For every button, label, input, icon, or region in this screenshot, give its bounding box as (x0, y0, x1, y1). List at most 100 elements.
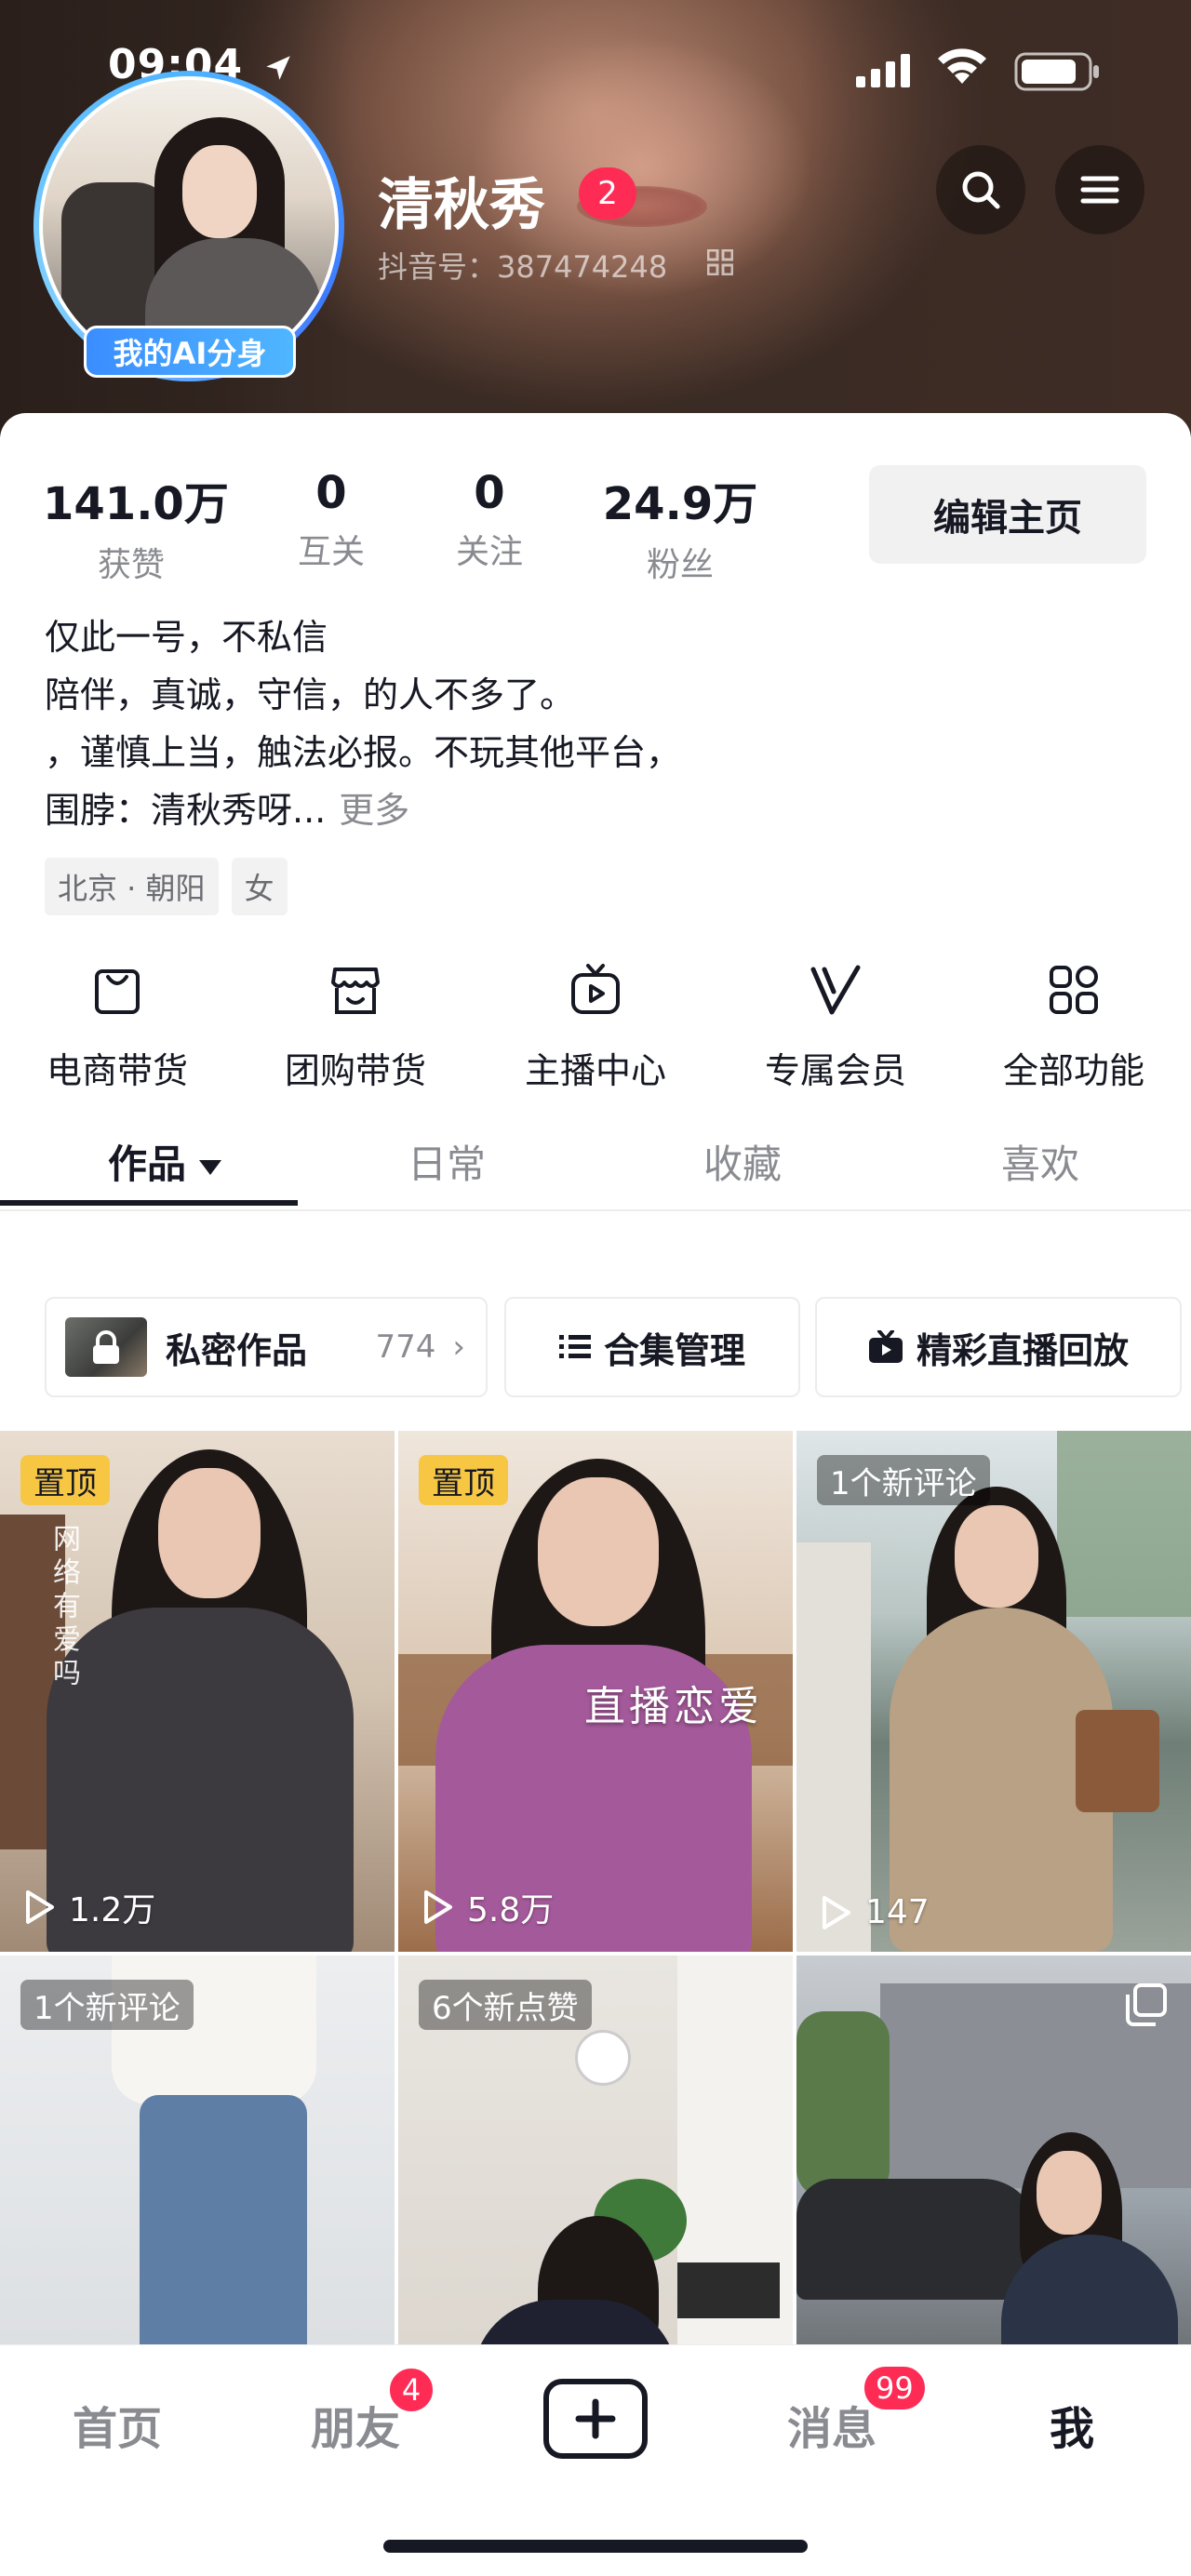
cellular-signal-icon (856, 54, 910, 87)
bio-line: 围脖：清秋秀呀... (45, 790, 327, 831)
battery-icon (1014, 52, 1099, 91)
gender-tag: 女 (231, 858, 288, 915)
grid-apps-icon (1050, 966, 1098, 1014)
stat-label: 获赞 (97, 546, 165, 584)
dropdown-triangle-icon (199, 1159, 222, 1175)
qr-code-icon[interactable] (707, 249, 733, 275)
feature-groupbuy[interactable]: 团购带货 (253, 962, 458, 1093)
video-thumbnail-jeans (140, 2095, 307, 2365)
profile-card: 141.0万 获赞 0 互关 0 关注 24.9万 粉丝 编辑主页 仅此一号，不… (0, 413, 1191, 2576)
menu-button[interactable] (1055, 145, 1144, 234)
feature-anchor-center[interactable]: 主播中心 (493, 962, 698, 1093)
bio-line: 仅此一号，不私信 (45, 617, 328, 658)
messages-badge: 99 (862, 2364, 928, 2412)
collection-manage-label: 合集管理 (603, 1329, 745, 1371)
ai-avatar-badge[interactable]: 我的AI分身 (84, 326, 296, 378)
nav-home[interactable]: 首页 (73, 2392, 162, 2457)
feature-label: 全部功能 (1002, 1050, 1144, 1091)
video-grid: 网络有爱吗 置顶 1.2万 直播恋爱 置顶 5.8万 1个新评论 147 1个新… (0, 1431, 1191, 2365)
play-icon (823, 1895, 850, 1929)
nav-label: 消息 (787, 2403, 877, 2455)
vip-v-icon (810, 965, 861, 1015)
profile-tags: 北京 · 朝阳 女 (45, 858, 288, 915)
nav-messages[interactable]: 消息 99 (787, 2364, 928, 2457)
video-thumbnail-face (158, 1468, 261, 1598)
create-button[interactable] (543, 2379, 648, 2459)
feature-shortcuts: 电商带货 团购带货 主播中心 专属会员 全部功能 (0, 962, 1191, 1101)
nav-me[interactable]: 我 (1050, 2392, 1094, 2457)
location-tag: 北京 · 朝阳 (45, 858, 219, 915)
video-thumbnail-top (112, 1955, 316, 2104)
feature-label: 主播中心 (524, 1050, 666, 1091)
stat-value: 0 (315, 467, 347, 519)
tab-daily[interactable]: 日常 (408, 1133, 486, 1190)
video-thumbnail-handbag (1076, 1710, 1159, 1812)
feature-membership[interactable]: 专属会员 (733, 962, 938, 1093)
stat-label: 互关 (297, 533, 365, 571)
tab-favorites[interactable]: 收藏 (703, 1133, 782, 1190)
stat-label: 粉丝 (646, 546, 714, 584)
stat-label: 关注 (455, 533, 523, 571)
collection-manage-button[interactable]: 合集管理 (504, 1297, 800, 1397)
private-works-button[interactable]: 私密作品 774 › (45, 1297, 488, 1397)
video-tile[interactable] (796, 1955, 1191, 2365)
stat-value: 141.0万 (43, 478, 229, 530)
chevron-right-icon: › (452, 1328, 465, 1366)
video-thumbnail-car (796, 2179, 1038, 2300)
profile-stats: 141.0万 获赞 0 互关 0 关注 24.9万 粉丝 (0, 467, 837, 584)
video-tile[interactable]: 6个新点赞 (398, 1955, 793, 2365)
avatar-image-face (182, 145, 257, 238)
video-tile[interactable]: 直播恋爱 置顶 5.8万 (398, 1431, 793, 1952)
stat-mutual[interactable]: 0 互关 (275, 467, 387, 573)
video-overlay-text: 直播恋爱 (584, 1683, 763, 1730)
video-thumbnail-printer (677, 2262, 780, 2318)
edit-profile-button[interactable]: 编辑主页 (869, 465, 1146, 564)
feature-ecommerce[interactable]: 电商带货 (15, 962, 220, 1093)
pinned-badge: 置顶 (20, 1455, 110, 1505)
search-button[interactable] (936, 145, 1025, 234)
video-tile[interactable]: 1个新评论 (0, 1955, 395, 2365)
play-count: 147 (819, 1893, 930, 1931)
feature-label: 电商带货 (46, 1050, 188, 1091)
play-count: 1.2万 (22, 1883, 155, 1931)
tab-label: 作品 (108, 1141, 187, 1187)
search-icon (962, 171, 1000, 209)
video-tile[interactable]: 1个新评论 147 (796, 1431, 1191, 1952)
stat-followers[interactable]: 24.9万 粉丝 (592, 467, 769, 586)
stat-value: 0 (474, 467, 505, 519)
video-thumbnail-face (955, 1505, 1038, 1608)
live-replay-button[interactable]: 精彩直播回放 (815, 1297, 1182, 1397)
nav-friends[interactable]: 朋友 4 (311, 2366, 435, 2457)
bio-more-link[interactable]: 更多 (339, 790, 409, 831)
video-thumbnail-face (538, 1477, 659, 1626)
bio-line: 陪伴，真诚，守信，的人不多了。 (45, 674, 576, 715)
store-icon (331, 968, 380, 1014)
new-like-badge: 6个新点赞 (419, 1980, 592, 2030)
works-toolbar: 私密作品 774 › 合集管理 精彩直播回放 (0, 1297, 1191, 1399)
notification-badge[interactable]: 2 (579, 167, 636, 220)
menu-icon (1080, 176, 1119, 204)
tab-works[interactable]: 作品 (108, 1133, 222, 1190)
list-icon (558, 1335, 591, 1358)
stat-following[interactable]: 0 关注 (434, 467, 545, 573)
feature-all[interactable]: 全部功能 (971, 962, 1176, 1093)
play-icon (424, 1890, 452, 1924)
video-thumbnail-person (0, 1431, 395, 1952)
tab-likes[interactable]: 喜欢 (1001, 1133, 1079, 1190)
video-thumbnail-railing (796, 1542, 871, 1952)
lock-icon (93, 1330, 119, 1364)
live-tv-icon (868, 1330, 903, 1363)
cat-logo-icon (575, 2030, 631, 2086)
play-count-value: 1.2万 (69, 1891, 156, 1929)
tv-play-icon (571, 964, 620, 1014)
video-overlay-text: 网络有爱吗 (47, 1524, 80, 1691)
profile-bio: 仅此一号，不私信 陪伴，真诚，守信，的人不多了。 ，谨慎上当，触法必报。不玩其他… (45, 608, 1143, 839)
stat-likes[interactable]: 141.0万 获赞 (43, 467, 229, 586)
pinned-badge: 置顶 (419, 1455, 508, 1505)
content-tabs: 作品 日常 收藏 喜欢 (0, 1126, 1191, 1211)
video-thumbnail-face (1037, 2151, 1102, 2235)
douyin-id: 抖音号：387474248 (378, 249, 668, 285)
shopping-bag-icon (95, 969, 140, 1014)
video-tile[interactable]: 网络有爱吗 置顶 1.2万 (0, 1431, 395, 1952)
private-works-label: 私密作品 (166, 1329, 308, 1371)
